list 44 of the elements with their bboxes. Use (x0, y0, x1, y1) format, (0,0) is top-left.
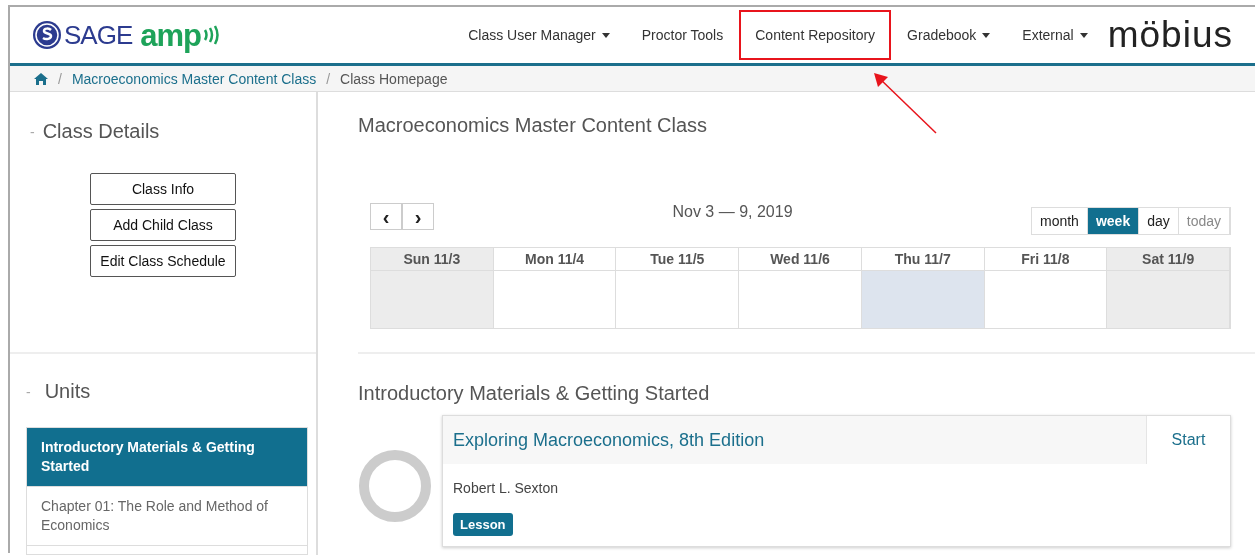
caret-icon (982, 32, 991, 38)
next-button[interactable]: › (402, 203, 434, 230)
lesson-tag: Lesson (453, 513, 513, 536)
day-cell[interactable] (371, 271, 494, 328)
class-title: Macroeconomics Master Content Class (358, 114, 708, 137)
progress-ring-icon (358, 449, 432, 523)
day-header: Sun 11/3 (371, 248, 494, 271)
logo-brand: SAGE (64, 19, 133, 51)
annotation-arrow (872, 71, 938, 135)
nav-menu-item[interactable]: Proctor Tools (625, 7, 740, 63)
home-icon[interactable] (34, 72, 48, 85)
day-header: Tue 11/5 (616, 248, 740, 271)
section-title: Class Details (42, 120, 160, 143)
view-button[interactable]: week (1087, 208, 1140, 234)
nav-menu-item[interactable]: External (1006, 7, 1104, 63)
start-button[interactable]: Start (1146, 416, 1230, 464)
day-header: Mon 11/4 (493, 248, 617, 271)
nav-menu-item[interactable]: Content Repository (739, 10, 892, 60)
lesson-title[interactable]: Exploring Macroeconomics, 8th Edition (443, 429, 1146, 451)
author-name: Robert L. Sexton (452, 479, 560, 496)
partner-logo: möbius (1107, 14, 1233, 56)
class-action-button[interactable]: Add Child Class (90, 209, 236, 241)
day-cell[interactable] (1107, 271, 1230, 328)
sound-waves-icon (203, 25, 219, 45)
s-circle-icon (32, 20, 62, 50)
caret-icon (1079, 32, 1088, 38)
unit-item[interactable]: Introductory Materials & Getting Started (27, 428, 307, 487)
breadcrumb-separator: / (326, 70, 331, 87)
breadcrumb-link[interactable]: Macroeconomics Master Content Class (71, 70, 317, 87)
day-header: Sat 11/9 (1107, 248, 1230, 271)
logo-product: amp (140, 19, 201, 51)
breadcrumb-separator: / (58, 70, 62, 87)
section-title: Units (44, 380, 91, 403)
class-action-button[interactable]: Edit Class Schedule (90, 245, 236, 277)
nav-menu-item[interactable]: Class User Manager (452, 7, 626, 63)
day-cell[interactable] (861, 271, 985, 328)
breadcrumb-current: Class Homepage (340, 70, 448, 87)
caret-icon (601, 32, 610, 38)
unit-title: Introductory Materials & Getting Started (358, 382, 711, 405)
previous-button[interactable]: ‹ (370, 203, 402, 230)
nav-menu-item[interactable]: Gradebook (891, 7, 1007, 63)
day-header: Wed 11/6 (739, 248, 862, 271)
class-action-button[interactable]: Class Info (90, 173, 236, 205)
date-range: Nov 3 — 9, 2019 (671, 203, 794, 221)
